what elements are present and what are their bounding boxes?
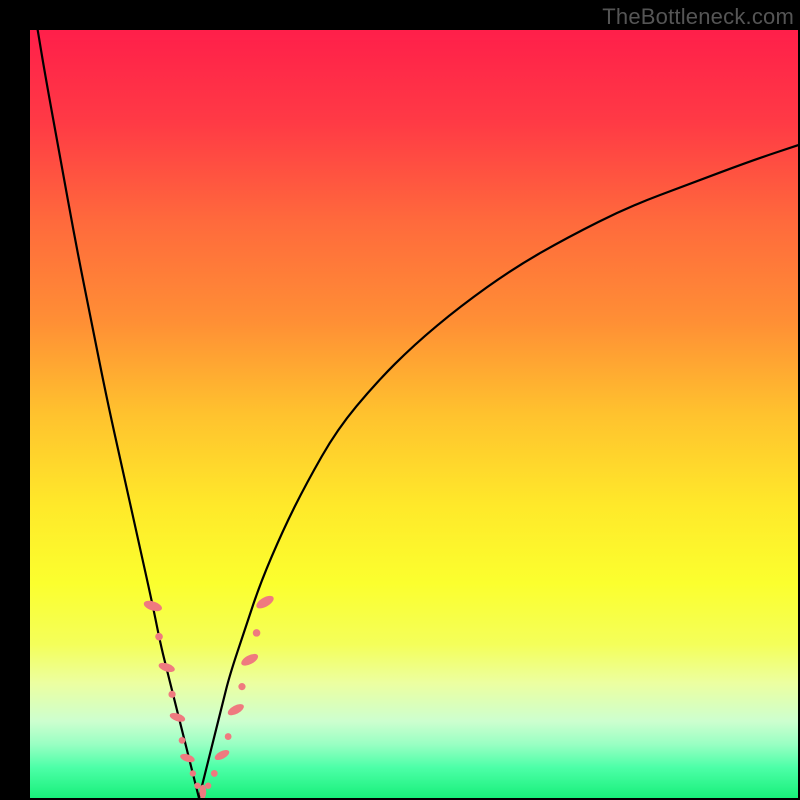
chart-frame: TheBottleneck.com [0, 0, 800, 800]
bead-marker [225, 733, 232, 740]
bead-marker [238, 683, 245, 690]
bead-marker [194, 783, 200, 789]
gradient-background [30, 30, 798, 798]
bead-marker [168, 691, 175, 698]
chart-svg [30, 30, 798, 798]
bead-marker [179, 737, 186, 744]
bead-marker [211, 770, 218, 777]
bead-marker [253, 629, 261, 637]
bead-marker [155, 633, 163, 641]
bead-marker [190, 770, 196, 776]
bead-marker [205, 783, 211, 789]
plot-area [30, 30, 798, 798]
watermark-text: TheBottleneck.com [602, 4, 794, 30]
